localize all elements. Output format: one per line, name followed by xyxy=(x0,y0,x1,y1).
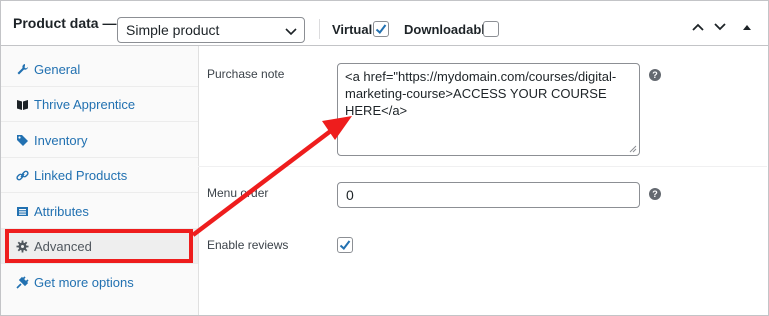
menu-order-input[interactable]: 0 xyxy=(337,182,640,208)
purchase-note-value: <a href="https://mydomain.com/courses/di… xyxy=(345,69,617,118)
product-data-tabs: General Thrive Apprentice Inventory Link… xyxy=(1,46,199,315)
header-divider xyxy=(319,19,320,39)
product-type-select[interactable]: Simple product xyxy=(117,17,305,43)
chevron-up-icon[interactable] xyxy=(690,19,706,35)
checkmark-icon xyxy=(375,24,387,34)
virtual-label: Virtual: xyxy=(332,22,377,37)
tag-icon xyxy=(17,135,28,146)
help-icon[interactable]: ? xyxy=(649,188,661,200)
tab-general[interactable]: General xyxy=(1,52,198,87)
panel-header: Product data — Simple product Virtual: D… xyxy=(1,1,768,46)
tab-thrive-apprentice[interactable]: Thrive Apprentice xyxy=(1,87,198,122)
help-icon[interactable]: ? xyxy=(649,69,661,81)
wrench-icon xyxy=(17,64,28,75)
plugin-icon xyxy=(16,276,29,289)
tab-get-more-options[interactable]: Get more options xyxy=(1,265,198,300)
product-data-panel: Product data — Simple product Virtual: D… xyxy=(0,0,769,316)
tab-label: Attributes xyxy=(34,204,89,219)
enable-reviews-checkbox[interactable] xyxy=(337,237,353,253)
purchase-note-label: Purchase note xyxy=(207,67,285,81)
tab-label: Thrive Apprentice xyxy=(34,97,136,112)
tab-inventory[interactable]: Inventory xyxy=(1,123,198,158)
advanced-tab-highlight xyxy=(5,229,193,263)
tab-linked-products[interactable]: Linked Products xyxy=(1,158,198,193)
section-divider xyxy=(198,166,767,167)
tab-label: Inventory xyxy=(34,133,88,148)
tab-label: General xyxy=(34,62,81,77)
menu-order-label: Menu order xyxy=(207,186,269,200)
chevron-down-icon xyxy=(285,28,297,36)
tab-label: Linked Products xyxy=(34,168,128,183)
product-type-value: Simple product xyxy=(126,22,220,38)
tab-attributes[interactable]: Attributes xyxy=(1,194,198,229)
purchase-note-textarea[interactable]: <a href="https://mydomain.com/courses/di… xyxy=(337,63,640,156)
menu-order-value: 0 xyxy=(346,187,354,203)
book-icon xyxy=(17,100,28,110)
tab-label: Get more options xyxy=(34,275,134,290)
virtual-checkbox[interactable] xyxy=(373,21,389,37)
chevron-down-icon[interactable] xyxy=(712,19,728,35)
downloadable-checkbox[interactable] xyxy=(483,21,499,37)
enable-reviews-label: Enable reviews xyxy=(207,238,289,252)
checkmark-icon xyxy=(339,240,351,250)
panel-title: Product data — xyxy=(13,15,117,31)
resize-handle-icon[interactable] xyxy=(629,145,637,153)
table-icon xyxy=(17,207,28,216)
toggle-panel-icon[interactable] xyxy=(741,21,753,33)
link-icon xyxy=(16,170,29,181)
